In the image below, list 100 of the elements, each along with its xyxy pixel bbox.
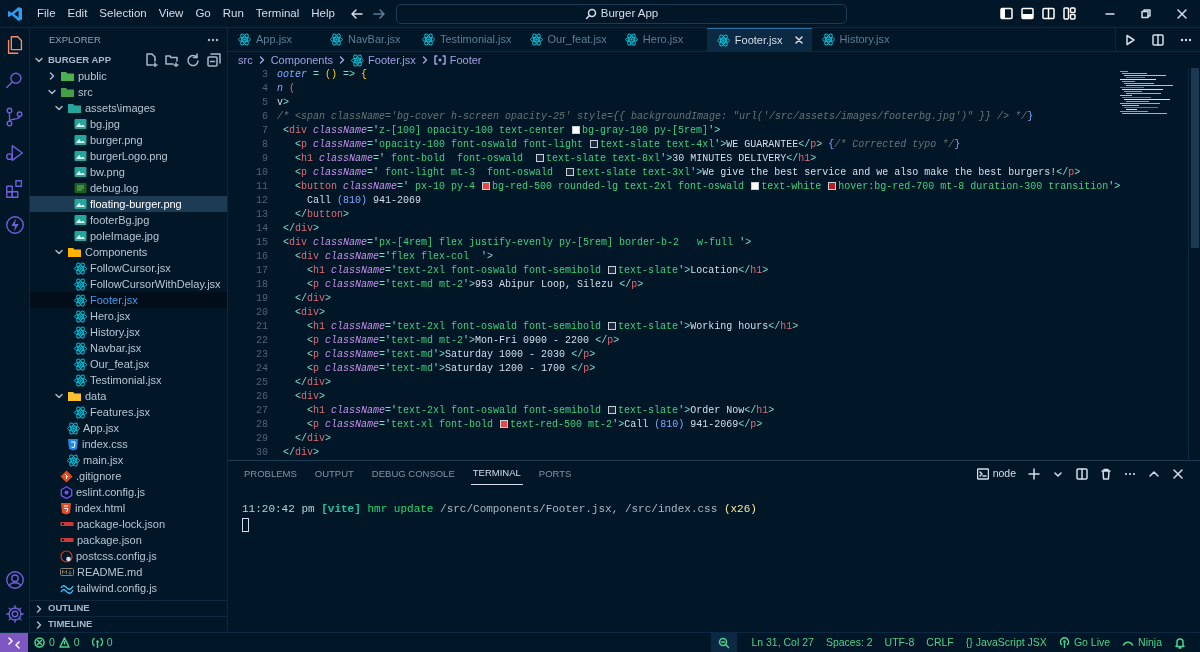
- zoom-button[interactable]: [711, 633, 738, 652]
- tree-item[interactable]: footerBg.jpg: [30, 212, 227, 228]
- split-terminal-icon[interactable]: [1076, 468, 1088, 480]
- tree-item[interactable]: poleImage.jpg: [30, 228, 227, 244]
- new-file-icon[interactable]: [144, 53, 158, 67]
- tree-item[interactable]: data: [30, 388, 227, 404]
- tree-item[interactable]: postcss.config.js: [30, 548, 227, 564]
- menu-item[interactable]: File: [31, 2, 62, 25]
- tree-item[interactable]: .gitignore: [30, 468, 227, 484]
- plus-icon[interactable]: [1028, 468, 1040, 480]
- play-icon[interactable]: [1124, 33, 1136, 46]
- menu-item[interactable]: Terminal: [249, 2, 306, 25]
- menu-item[interactable]: Run: [216, 2, 250, 25]
- customize-layout-icon[interactable]: [1063, 7, 1076, 20]
- editor-tab[interactable]: Hero.jsx: [614, 28, 707, 51]
- menu-item[interactable]: Go: [189, 2, 217, 25]
- status-item[interactable]: Ln 31, Col 27: [745, 634, 820, 651]
- split-layout-icon[interactable]: [1042, 7, 1055, 20]
- status-item[interactable]: UTF-8: [878, 634, 921, 651]
- tree-item[interactable]: README.md: [30, 564, 227, 580]
- menu-item[interactable]: Help: [305, 2, 341, 25]
- tree-item[interactable]: FollowCursorWithDelay.jsx: [30, 276, 227, 292]
- close-icon[interactable]: [1176, 7, 1188, 20]
- tree-item[interactable]: burgerLogo.png: [30, 148, 227, 164]
- tree-item[interactable]: Components: [30, 244, 227, 260]
- status-item[interactable]: CRLF: [920, 634, 960, 651]
- panel-toggle-icon[interactable]: [1021, 7, 1034, 20]
- breadcrumb-item[interactable]: Footer.jsx: [351, 51, 416, 69]
- remote-button[interactable]: [0, 633, 28, 652]
- problems-button[interactable]: 0 0: [28, 634, 86, 651]
- restore-icon[interactable]: [1140, 7, 1152, 20]
- tree-item[interactable]: public: [30, 68, 227, 84]
- breadcrumb-item[interactable]: Footer: [433, 51, 482, 69]
- status-item[interactable]: Ninja: [1116, 634, 1168, 651]
- tree-item[interactable]: tailwind.config.js: [30, 580, 227, 596]
- close-icon[interactable]: [793, 35, 804, 45]
- refresh-icon[interactable]: [186, 53, 200, 67]
- run-debug-icon[interactable]: [3, 142, 26, 164]
- bell-icon[interactable]: [1174, 636, 1186, 649]
- tree-item[interactable]: floating-burger.png: [30, 196, 227, 212]
- editor-logo-icon[interactable]: [7, 5, 23, 22]
- tree-item[interactable]: index.html: [30, 500, 227, 516]
- panel-tab[interactable]: TERMINAL: [470, 463, 523, 485]
- tree-item[interactable]: Footer.jsx: [30, 292, 227, 308]
- tree-item[interactable]: src: [30, 84, 227, 100]
- menu-item[interactable]: Edit: [61, 2, 94, 25]
- status-item[interactable]: Go Live: [1052, 634, 1117, 651]
- panel-tab[interactable]: PROBLEMS: [242, 463, 299, 485]
- editor-tab[interactable]: Testimonial.jsx: [412, 28, 520, 51]
- ports-button[interactable]: 0: [85, 634, 119, 651]
- forward-arrow-icon[interactable]: [372, 6, 386, 21]
- editor-tab[interactable]: App.jsx: [228, 28, 320, 51]
- split-editor-icon[interactable]: [1152, 33, 1164, 46]
- tree-item[interactable]: Features.jsx: [30, 404, 227, 420]
- editor-tab[interactable]: Footer.jsx: [706, 28, 812, 51]
- panel-tab[interactable]: OUTPUT: [312, 463, 356, 485]
- tree-item[interactable]: package.json: [30, 532, 227, 548]
- tree-item[interactable]: Navbar.jsx: [30, 340, 227, 356]
- panel-tab[interactable]: PORTS: [536, 463, 574, 485]
- editor-tab[interactable]: Our_feat.jsx: [519, 28, 615, 51]
- section-header[interactable]: TIMELINE: [30, 616, 227, 632]
- breadcrumb-item[interactable]: Components: [270, 51, 334, 69]
- breadcrumb-item[interactable]: src: [238, 51, 253, 69]
- lightning-icon[interactable]: [3, 214, 26, 236]
- tree-item[interactable]: package-lock.json: [30, 516, 227, 532]
- tree-item[interactable]: Testimonial.jsx: [30, 372, 227, 388]
- tree-item[interactable]: bg.jpg: [30, 116, 227, 132]
- status-item[interactable]: Spaces: 2: [819, 634, 879, 651]
- tree-item[interactable]: bw.png: [30, 164, 227, 180]
- tree-item[interactable]: burger.png: [30, 132, 227, 148]
- tree-item[interactable]: FollowCursor.jsx: [30, 260, 227, 276]
- tree-item[interactable]: Our_feat.jsx: [30, 356, 227, 372]
- chevron-up-icon[interactable]: [1148, 468, 1160, 480]
- more-icon[interactable]: [207, 38, 219, 42]
- sidebar-toggle-icon[interactable]: [1000, 7, 1013, 20]
- editor-tab[interactable]: NavBar.jsx: [320, 28, 412, 51]
- collapse-all-icon[interactable]: [207, 53, 221, 67]
- status-item[interactable]: {} JavaScript JSX: [959, 634, 1053, 651]
- menu-item[interactable]: View: [152, 2, 190, 25]
- menu-item[interactable]: Selection: [93, 2, 153, 25]
- tree-item[interactable]: App.jsx: [30, 420, 227, 436]
- settings-icon[interactable]: [3, 603, 26, 625]
- tree-item[interactable]: assets\images: [30, 100, 227, 116]
- panel-tab[interactable]: DEBUG CONSOLE: [369, 463, 457, 485]
- tree-item[interactable]: debug.log: [30, 180, 227, 196]
- section-header[interactable]: OUTLINE: [30, 600, 227, 616]
- search-field[interactable]: Burger App: [396, 3, 847, 24]
- close-icon[interactable]: [1172, 468, 1184, 480]
- tree-item[interactable]: index.css: [30, 436, 227, 452]
- tree-item[interactable]: History.jsx: [30, 324, 227, 340]
- back-arrow-icon[interactable]: [350, 6, 364, 21]
- trash-icon[interactable]: [1100, 468, 1112, 480]
- tree-item[interactable]: Hero.jsx: [30, 308, 227, 324]
- tree-item[interactable]: main.jsx: [30, 452, 227, 468]
- editor-tab[interactable]: History.jsx: [811, 28, 904, 51]
- terminal-selector[interactable]: node: [976, 466, 1016, 482]
- more-icon[interactable]: [1180, 37, 1192, 42]
- new-folder-icon[interactable]: [165, 53, 179, 67]
- tree-item[interactable]: eslint.config.js: [30, 484, 227, 500]
- scrollbar-thumb[interactable]: [1191, 68, 1199, 248]
